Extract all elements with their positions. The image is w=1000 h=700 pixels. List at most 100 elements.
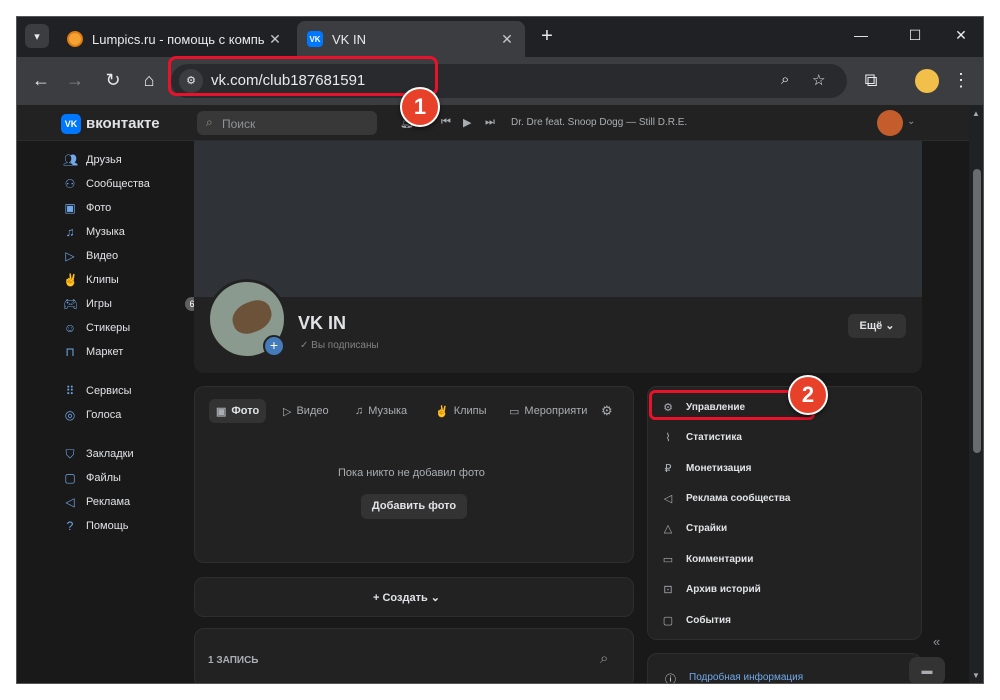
menu-item-monetization[interactable]: ₽ Монетизация	[661, 458, 752, 478]
posts-block: 1 ЗАПИСЬ ⌕	[194, 628, 634, 683]
next-track-icon[interactable]: ⏭	[485, 116, 495, 129]
collapse-icon[interactable]: «	[933, 634, 940, 649]
bookmark-star-icon[interactable]: ☆	[812, 71, 825, 89]
back-icon[interactable]: ←	[29, 69, 53, 93]
add-photo-button[interactable]: Добавить фото	[361, 494, 467, 519]
menu-item-community-ads[interactable]: ◁ Реклама сообщества	[661, 488, 791, 508]
sidebar-item-label: Реклама	[86, 496, 131, 508]
sidebar-item-bookmarks[interactable]: ⛉ Закладки	[57, 442, 197, 466]
vk-logo-icon[interactable]: VK	[61, 114, 81, 134]
sidebar-item-photo[interactable]: ▣ Фото	[57, 196, 197, 220]
details-block[interactable]: ⓘ Подробная информация	[647, 653, 922, 683]
clips-icon: ✌	[435, 405, 449, 418]
sidebar-item-communities[interactable]: ⚇ Сообщества	[57, 172, 197, 196]
sidebar-item-clips[interactable]: ✌ Клипы	[57, 268, 197, 292]
menu-item-stories-archive[interactable]: ⊡ Архив историй	[661, 579, 761, 599]
scroll-down-icon[interactable]: ▼	[972, 671, 980, 680]
tab-vk[interactable]: VK VK IN ✕	[297, 21, 525, 57]
user-avatar[interactable]	[877, 110, 903, 136]
sidebar-item-votes[interactable]: ◎ Голоса	[57, 403, 197, 427]
tab-lumpics[interactable]: Lumpics.ru - помощь с компь ✕	[57, 21, 293, 57]
files-icon: ▢	[64, 471, 76, 485]
gear-icon[interactable]: ⚙	[601, 403, 613, 419]
menu-icon[interactable]: ⋮	[949, 69, 973, 93]
chat-icon[interactable]: ▬	[909, 657, 945, 683]
profile-avatar[interactable]	[915, 69, 939, 93]
subscription-status[interactable]: ✓ Вы подписаны	[300, 340, 379, 351]
scroll-up-icon[interactable]: ▲	[972, 109, 980, 118]
step-badge-1: 1	[400, 87, 440, 127]
calendar-icon: ▭	[509, 405, 520, 418]
close-window-icon[interactable]: ✕	[951, 27, 971, 44]
previous-track-icon[interactable]: ⏮	[441, 116, 451, 129]
add-avatar-icon[interactable]: +	[263, 335, 285, 357]
play-icon[interactable]: ▶	[463, 116, 471, 129]
sidebar-item-label: Видео	[86, 250, 119, 262]
sidebar-item-label: Музыка	[86, 226, 125, 238]
menu-item-label: Архив историй	[686, 583, 761, 595]
sidebar-item-services[interactable]: ⠿ Сервисы	[57, 379, 197, 403]
management-menu	[647, 386, 922, 640]
menu-item-comments[interactable]: ▭ Комментарии	[661, 549, 754, 569]
scrollbar-thumb[interactable]	[973, 169, 981, 453]
zoom-icon[interactable]: ⌕	[781, 71, 789, 88]
tab-events[interactable]: ▭ Мероприяти	[509, 399, 587, 423]
sidebar-item-stickers[interactable]: ☺ Стикеры	[57, 316, 197, 340]
sidebar-item-label: Игры	[86, 298, 112, 310]
community-cover	[194, 141, 922, 301]
vk-logo-text[interactable]: вконтакте	[86, 115, 160, 132]
menu-item-strikes[interactable]: △ Страйки	[661, 518, 727, 538]
clips-icon: ✌	[63, 273, 78, 287]
sidebar-item-ads[interactable]: ◁ Реклама	[57, 490, 197, 514]
home-icon[interactable]: ⌂	[137, 69, 161, 93]
details-link[interactable]: Подробная информация	[689, 672, 803, 683]
sidebar-item-help[interactable]: ? Помощь	[57, 514, 197, 538]
now-playing-text[interactable]: Dr. Dre feat. Snoop Dogg — Still D.R.E.	[511, 117, 687, 128]
vk-favicon-icon: VK	[307, 31, 323, 47]
more-button[interactable]: Ещё ⌄	[848, 314, 906, 338]
tab-clips[interactable]: ✌ Клипы	[435, 399, 487, 423]
lumpics-favicon-icon	[67, 31, 83, 47]
tab-video[interactable]: ▷ Видео	[283, 399, 329, 423]
photo-icon: ▣	[64, 201, 76, 215]
menu-item-stats[interactable]: ⌇ Статистика	[661, 427, 742, 447]
sidebar-item-label: Сервисы	[86, 385, 132, 397]
vk-header: VK вконтакте ⌕ Поиск 🔔︎ ⏮ ▶ ⏭ Dr. Dre fe…	[17, 105, 969, 141]
extensions-icon[interactable]: ⧉	[859, 69, 883, 93]
reload-icon[interactable]: ↻	[101, 69, 125, 93]
sidebar-item-music[interactable]: ♫ Музыка	[57, 220, 197, 244]
music-icon: ♫	[355, 405, 364, 417]
sidebar-item-games[interactable]: 🎮︎ Игры 6	[57, 292, 199, 316]
sidebar-item-label: Файлы	[86, 472, 121, 484]
tab-label: Музыка	[368, 405, 408, 417]
tab-photo[interactable]: ▣ Фото	[209, 399, 267, 423]
sidebar-item-files[interactable]: ▢ Файлы	[57, 466, 197, 490]
sidebar-item-video[interactable]: ▷ Видео	[57, 244, 197, 268]
chevron-down-icon[interactable]: ⌄	[907, 116, 915, 127]
communities-icon: ⚇	[64, 177, 76, 191]
services-icon: ⠿	[65, 384, 75, 398]
close-tab-icon[interactable]: ✕	[267, 31, 283, 48]
sidebar-item-label: Сообщества	[86, 178, 150, 190]
create-label-text: Создать	[382, 592, 428, 604]
tab-label: Фото	[231, 405, 260, 417]
tab-search-button[interactable]: ▾	[25, 24, 49, 48]
menu-item-label: Статистика	[686, 431, 742, 443]
maximize-icon[interactable]: ☐	[905, 27, 925, 44]
sidebar-item-friends[interactable]: 👥︎ Друзья	[57, 148, 197, 172]
minimize-icon[interactable]: —	[851, 27, 871, 43]
create-post-button[interactable]: + Создать ⌄	[194, 577, 634, 617]
menu-item-events[interactable]: ▢ События	[661, 610, 731, 630]
search-icon[interactable]: ⌕	[600, 650, 608, 667]
vk-search-input[interactable]: ⌕ Поиск	[197, 111, 377, 135]
forward-icon[interactable]: →	[63, 69, 87, 93]
tab-music[interactable]: ♫ Музыка	[355, 399, 407, 423]
sidebar-item-label: Голоса	[86, 409, 122, 421]
create-label: + Создать ⌄	[373, 592, 441, 604]
video-icon: ▷	[283, 405, 292, 418]
megaphone-icon: ◁	[663, 492, 673, 505]
close-tab-icon[interactable]: ✕	[499, 31, 515, 48]
events-icon: ▢	[662, 614, 674, 627]
sidebar-item-market[interactable]: ⊓ Маркет	[57, 340, 197, 364]
new-tab-button[interactable]: +	[535, 25, 559, 49]
